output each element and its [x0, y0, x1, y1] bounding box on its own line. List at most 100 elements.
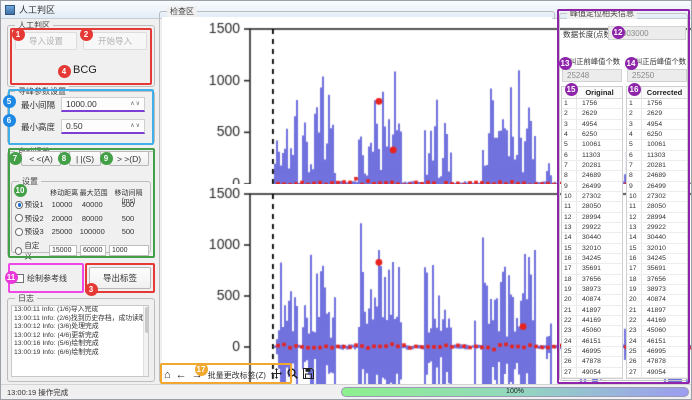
- min-interval-label: 最小间隔: [11, 99, 61, 111]
- ref-line-checkbox[interactable]: 绘制参考线: [15, 273, 67, 284]
- table-row[interactable]: 1938973: [562, 285, 622, 295]
- table-row[interactable]: 1634245: [627, 254, 687, 264]
- min-height-spinbox[interactable]: ∧∨: [61, 119, 145, 134]
- back-icon[interactable]: ←: [176, 369, 187, 381]
- table-row[interactable]: 1532010: [627, 244, 687, 254]
- table-row[interactable]: 1027302: [562, 192, 622, 202]
- table-row[interactable]: 1329922: [562, 223, 622, 233]
- table-row[interactable]: 2141897: [562, 306, 622, 316]
- table-row[interactable]: 1430440: [627, 233, 687, 243]
- start-import-button[interactable]: 开始导入: [83, 32, 147, 50]
- log-line: 13:00:11 Info: (1/6)导入完成: [12, 306, 148, 315]
- export-labels-button[interactable]: 导出标签: [89, 267, 151, 289]
- table-row[interactable]: 1532010: [562, 244, 622, 254]
- table-row[interactable]: 22629: [562, 109, 622, 119]
- table-row[interactable]: 1938973: [627, 285, 687, 295]
- table-row[interactable]: 46250: [627, 130, 687, 140]
- min-interval-spinbox[interactable]: ∧∨: [61, 97, 145, 112]
- table-row[interactable]: 1735691: [562, 264, 622, 274]
- table-row[interactable]: 2749054: [627, 368, 687, 378]
- play-back-label: < <(A): [29, 154, 53, 164]
- home-icon[interactable]: ⌂: [164, 369, 171, 381]
- table-row[interactable]: 1329922: [627, 223, 687, 233]
- table-row[interactable]: 926499: [562, 182, 622, 192]
- row-index: 25: [562, 347, 577, 356]
- table-row[interactable]: 824689: [627, 171, 687, 181]
- preset-radio[interactable]: [15, 228, 23, 236]
- row-index: 10: [627, 192, 642, 201]
- peak-sample-value: 49054: [642, 368, 687, 377]
- import-settings-button[interactable]: 导入设置: [15, 32, 77, 50]
- table-row[interactable]: 824689: [562, 171, 622, 181]
- table-row[interactable]: 1837656: [627, 275, 687, 285]
- preset-custom-input[interactable]: [109, 245, 149, 256]
- spin-arrows-icon[interactable]: ∧∨: [130, 102, 144, 107]
- table-row[interactable]: 2345060: [627, 326, 687, 336]
- table-row[interactable]: 46250: [562, 130, 622, 140]
- corrected-peaks-table[interactable]: Corrected1175622629349544625051006161130…: [626, 86, 688, 379]
- spin-arrows-icon[interactable]: ∧∨: [130, 124, 144, 129]
- pan-icon[interactable]: [271, 366, 282, 384]
- table-row[interactable]: 34954: [562, 120, 622, 130]
- manual-area-group-title: 人工判区: [15, 20, 53, 31]
- min-height-input[interactable]: [62, 121, 130, 131]
- table-row[interactable]: 2040874: [627, 295, 687, 305]
- table-row[interactable]: 22629: [627, 109, 687, 119]
- play-forward-label: > >(D): [117, 154, 141, 164]
- table-row[interactable]: 2446151: [627, 337, 687, 347]
- table-row[interactable]: 510061: [627, 140, 687, 150]
- table-row[interactable]: 2647878: [562, 357, 622, 367]
- table-row[interactable]: 1228994: [562, 213, 622, 223]
- original-peaks-table[interactable]: Original11756226293495446250510061611303…: [561, 86, 623, 379]
- table-row[interactable]: 1735691: [627, 264, 687, 274]
- forward-icon[interactable]: →: [192, 369, 203, 381]
- table-row[interactable]: 510061: [562, 140, 622, 150]
- signal-type-label: BCG: [73, 64, 97, 76]
- table-row[interactable]: 2244169: [627, 316, 687, 326]
- play-forward-button[interactable]: > >(D): [109, 151, 149, 166]
- export-labels-label: 导出标签: [103, 272, 137, 284]
- preset-custom-input[interactable]: [49, 245, 77, 256]
- table-row[interactable]: 720281: [627, 161, 687, 171]
- play-pause-button[interactable]: | |(S): [69, 151, 101, 166]
- min-interval-input[interactable]: [62, 99, 130, 109]
- peak-sample-value: 6250: [577, 130, 622, 139]
- row-index: 15: [562, 244, 577, 253]
- table-row[interactable]: 611303: [627, 151, 687, 161]
- table-row[interactable]: 611303: [562, 151, 622, 161]
- table-row[interactable]: 720281: [562, 161, 622, 171]
- table-row[interactable]: 1027302: [627, 192, 687, 202]
- table-row[interactable]: 2040874: [562, 295, 622, 305]
- table-row[interactable]: 1430440: [562, 233, 622, 243]
- row-index: 16: [562, 254, 577, 263]
- table-row[interactable]: 2749054: [562, 368, 622, 378]
- preset-radio[interactable]: [15, 247, 22, 255]
- table-row[interactable]: 2244169: [562, 316, 622, 326]
- preset-radio[interactable]: [15, 201, 23, 209]
- log-output[interactable]: 13:00:11 Info: (1/6)导入完成13:00:11 Info: (…: [11, 305, 149, 377]
- zoom-icon[interactable]: [287, 366, 298, 384]
- play-back-button[interactable]: < <(A): [21, 151, 61, 166]
- table-row[interactable]: 2446151: [562, 337, 622, 347]
- save-icon[interactable]: [303, 366, 314, 384]
- table-row[interactable]: 34954: [627, 120, 687, 130]
- table-row[interactable]: 1837656: [562, 275, 622, 285]
- table-row[interactable]: 2345060: [562, 326, 622, 336]
- table-row[interactable]: 1228994: [627, 213, 687, 223]
- batch-edit-labels-button[interactable]: 批量更改标签(Z): [208, 370, 266, 381]
- preset-custom-input[interactable]: [80, 245, 106, 256]
- data-length-value: 33003000: [613, 29, 649, 38]
- table-row[interactable]: 1634245: [562, 254, 622, 264]
- table-row[interactable]: 1128050: [627, 202, 687, 212]
- table-row[interactable]: 11756: [562, 99, 622, 109]
- table-row[interactable]: 2546995: [627, 347, 687, 357]
- checkbox-icon[interactable]: [15, 274, 24, 283]
- table-row[interactable]: 926499: [627, 182, 687, 192]
- table-row[interactable]: 2546995: [562, 347, 622, 357]
- table-row[interactable]: 2141897: [627, 306, 687, 316]
- table-row[interactable]: 1128050: [562, 202, 622, 212]
- table-row[interactable]: 2647878: [627, 357, 687, 367]
- preset-radio[interactable]: [15, 214, 23, 222]
- table-row[interactable]: 11756: [627, 99, 687, 109]
- log-scrollbar[interactable]: [143, 306, 148, 376]
